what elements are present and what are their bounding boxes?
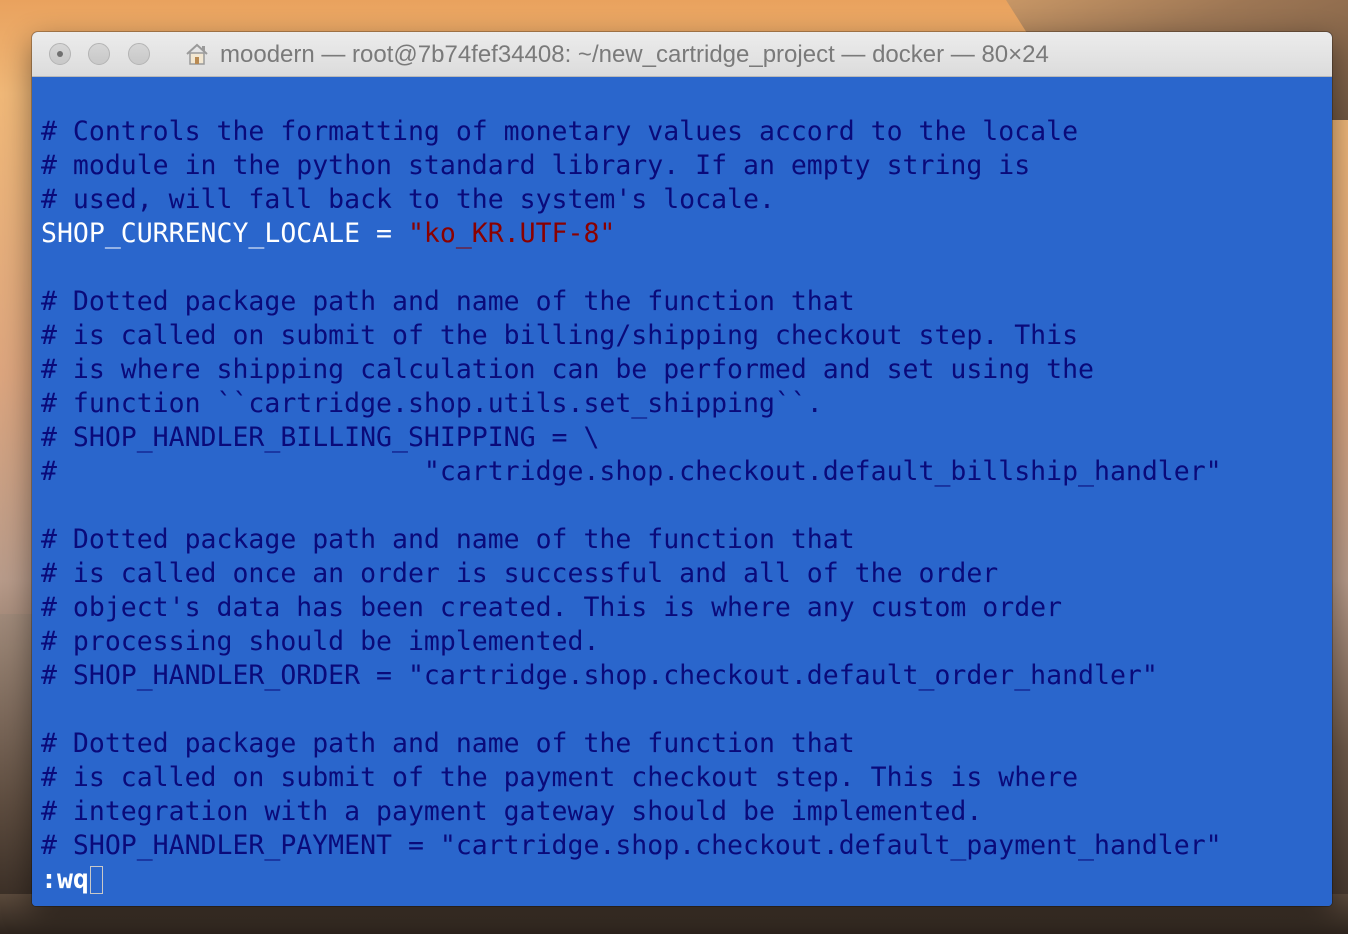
- title-bar[interactable]: moodern — root@7b74fef34408: ~/new_cartr…: [32, 32, 1332, 77]
- command-line[interactable]: :wq: [41, 863, 1332, 897]
- buffer-line: # module in the python standard library.…: [41, 150, 1031, 181]
- window-title-text: moodern — root@7b74fef34408: ~/new_cartr…: [220, 41, 1049, 68]
- setting-line: SHOP_CURRENCY_LOCALE = "ko_KR.UTF-8": [41, 217, 1332, 251]
- buffer-line: # Controls the formatting of monetary va…: [41, 116, 1079, 147]
- setting-operator: =: [360, 218, 408, 249]
- command-text: :wq: [41, 864, 89, 895]
- buffer-line: [41, 489, 1332, 523]
- buffer-line: # SHOP_HANDLER_ORDER = "cartridge.shop.c…: [41, 660, 1158, 691]
- buffer-line: # is called on submit of the payment che…: [41, 762, 1079, 793]
- buffer-line: # Dotted package path and name of the fu…: [41, 728, 855, 759]
- buffer-line: # object's data has been created. This i…: [41, 592, 1063, 623]
- buffer-line: # Dotted package path and name of the fu…: [41, 286, 855, 317]
- buffer-line: # SHOP_HANDLER_PAYMENT = "cartridge.shop…: [41, 830, 1222, 861]
- buffer-line: # is called on submit of the billing/shi…: [41, 320, 1079, 351]
- buffer-line: [41, 251, 1332, 285]
- setting-name: SHOP_CURRENCY_LOCALE: [41, 218, 361, 249]
- terminal-window[interactable]: moodern — root@7b74fef34408: ~/new_cartr…: [32, 32, 1332, 906]
- vim-buffer[interactable]: # Controls the formatting of monetary va…: [32, 77, 1332, 906]
- buffer-line: # SHOP_HANDLER_BILLING_SHIPPING = \: [41, 422, 600, 453]
- buffer-line: # is where shipping calculation can be p…: [41, 354, 1094, 385]
- buffer-line: # is called once an order is successful …: [41, 558, 999, 589]
- window-title: moodern — root@7b74fef34408: ~/new_cartr…: [184, 32, 1049, 77]
- minimize-button[interactable]: [88, 43, 110, 65]
- zoom-button[interactable]: [128, 43, 150, 65]
- buffer-line: # "cartridge.shop.checkout.default_bills…: [41, 456, 1222, 487]
- buffer-line: # Dotted package path and name of the fu…: [41, 524, 855, 555]
- buffer-line: # function ``cartridge.shop.utils.set_sh…: [41, 388, 823, 419]
- close-button[interactable]: [49, 43, 71, 65]
- text-cursor: [89, 866, 103, 894]
- buffer-line: # processing should be implemented.: [41, 626, 600, 657]
- setting-value: "ko_KR.UTF-8": [407, 218, 616, 249]
- buffer-line: # used, will fall back to the system's l…: [41, 184, 775, 215]
- home-icon: [184, 43, 210, 65]
- buffer-line: [41, 693, 1332, 727]
- buffer-line: # integration with a payment gateway sho…: [41, 796, 983, 827]
